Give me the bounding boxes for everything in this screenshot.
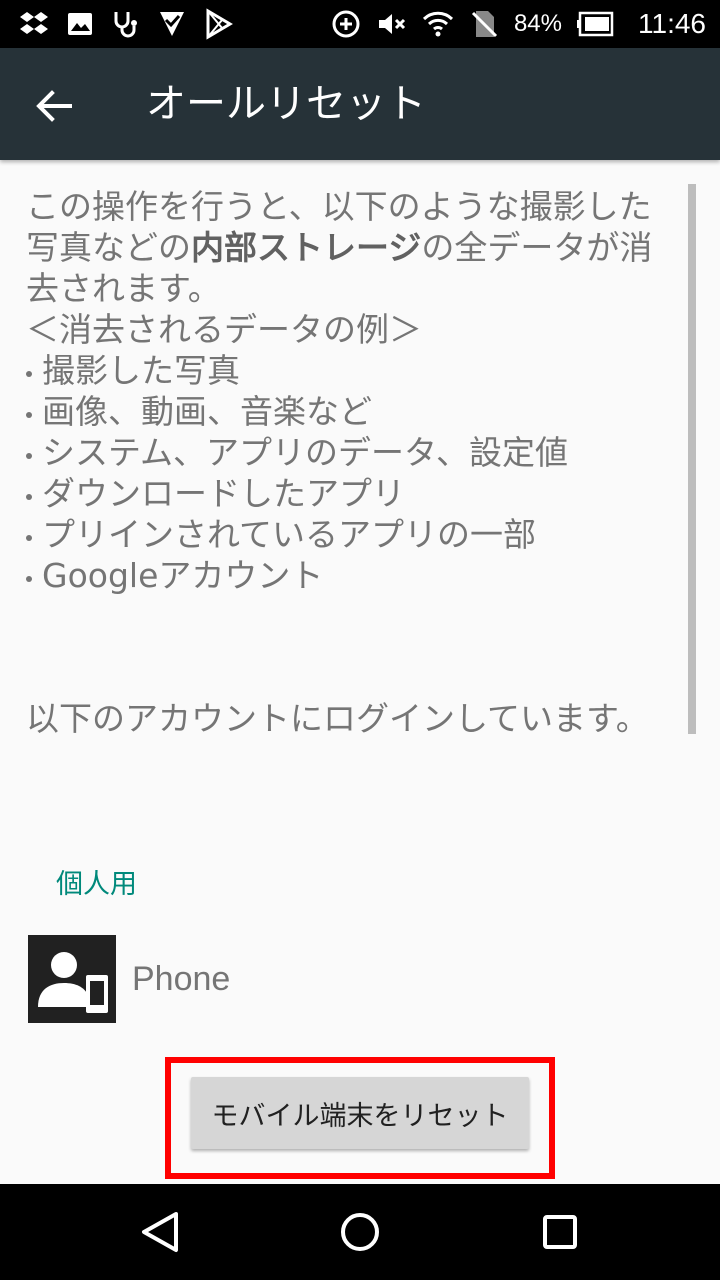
dropbox-icon: [20, 12, 48, 34]
data-saver-icon: [332, 10, 360, 38]
battery-percent: 84%: [513, 10, 562, 37]
example-list: 撮影した写真 画像、動画、音楽など システム、アプリのデータ、設定値 ダウンロー…: [26, 350, 676, 596]
account-item: Phone: [28, 935, 428, 1023]
back-triangle-icon[interactable]: [132, 1204, 188, 1260]
home-circle-icon[interactable]: [332, 1204, 388, 1260]
navigation-bar: [0, 1184, 720, 1280]
list-item: ダウンロードしたアプリ: [26, 473, 676, 514]
stethoscope-icon: [114, 12, 137, 38]
list-item: 画像、動画、音楽など: [26, 391, 676, 432]
mute-icon: [378, 14, 406, 34]
list-item: Googleアカウント: [26, 555, 676, 596]
description: この操作を行うと、以下のような撮影した写真などの内部ストレージの全データが消去さ…: [26, 186, 676, 596]
app-bar: オールリセット: [0, 48, 720, 160]
wifi-icon: [422, 11, 454, 37]
page-title: オールリセット: [146, 81, 426, 127]
account-name: Phone: [132, 960, 231, 998]
battery-icon: [577, 11, 614, 37]
intro-text: この操作を行うと、以下のような撮影した写真などの内部ストレージの全データが消去さ…: [26, 186, 676, 309]
intro-strong: 内部ストレージ: [191, 228, 422, 267]
example-heading: ＜消去されるデータの例＞: [26, 310, 422, 349]
check-badge-icon: [160, 12, 184, 36]
clock: 11:46: [638, 8, 706, 39]
scrollbar[interactable]: [688, 184, 696, 734]
no-sim-icon: [471, 11, 498, 38]
play-store-icon: [206, 8, 233, 40]
image-icon: [68, 13, 92, 35]
recents-square-icon[interactable]: [532, 1204, 588, 1260]
list-item: プリインされているアプリの一部: [26, 514, 676, 555]
list-item: 撮影した写真: [26, 350, 676, 391]
status-bar: 84% 11:46: [0, 0, 720, 48]
list-item: システム、アプリのデータ、設定値: [26, 432, 676, 473]
phone-account-icon: [28, 935, 116, 1023]
reset-device-button[interactable]: モバイル端末をリセット: [191, 1077, 529, 1149]
login-notice: 以下のアカウントにログインしています。: [26, 699, 649, 738]
back-arrow-icon[interactable]: [26, 78, 82, 134]
account-section-label: 個人用: [56, 869, 137, 900]
